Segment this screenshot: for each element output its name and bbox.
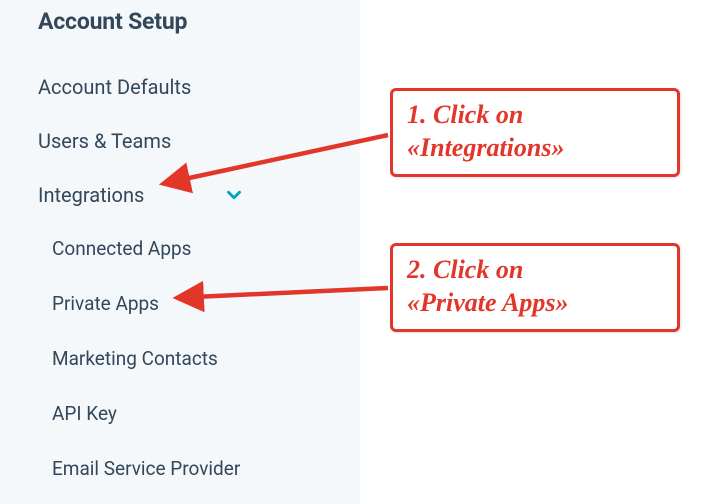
section-heading-account-setup: Account Setup [38,8,360,35]
sidebar-item-email-service-provider[interactable]: Email Service Provider [52,447,360,490]
sidebar-account-setup: Account Setup Account Defaults Users & T… [0,0,360,504]
annotation-step-2: 2. Click on «Private Apps» [390,243,680,332]
sidebar-item-label: Private Apps [52,292,159,315]
annotation-text-line1: 1. Click on [407,100,523,129]
sidebar-item-api-key[interactable]: API Key [52,392,360,435]
annotation-text-line2: «Integrations» [407,133,565,162]
sidebar-item-label: Marketing Contacts [52,347,218,370]
chevron-down-icon [223,184,245,206]
sidebar-item-label: Integrations [38,183,144,207]
sidebar-item-users-teams[interactable]: Users & Teams [38,119,360,163]
sidebar-item-label: Email Service Provider [52,457,240,480]
sidebar-item-marketing-contacts[interactable]: Marketing Contacts [52,337,360,380]
sidebar-item-private-apps[interactable]: Private Apps [52,282,360,325]
sidebar-item-label: Account Defaults [38,75,191,99]
sidebar-item-label: Connected Apps [52,237,191,260]
sidebar-item-label: API Key [52,402,117,425]
sidebar-item-account-defaults[interactable]: Account Defaults [38,65,360,109]
annotation-step-1: 1. Click on «Integrations» [390,88,680,177]
annotation-text-line1: 2. Click on [407,255,523,284]
sidebar-item-connected-apps[interactable]: Connected Apps [52,227,360,270]
sidebar-sub-integrations: Connected Apps Private Apps Marketing Co… [38,227,360,490]
sidebar-item-label: Users & Teams [38,129,171,153]
sidebar-item-integrations[interactable]: Integrations [38,173,360,217]
annotation-text-line2: «Private Apps» [407,288,569,317]
